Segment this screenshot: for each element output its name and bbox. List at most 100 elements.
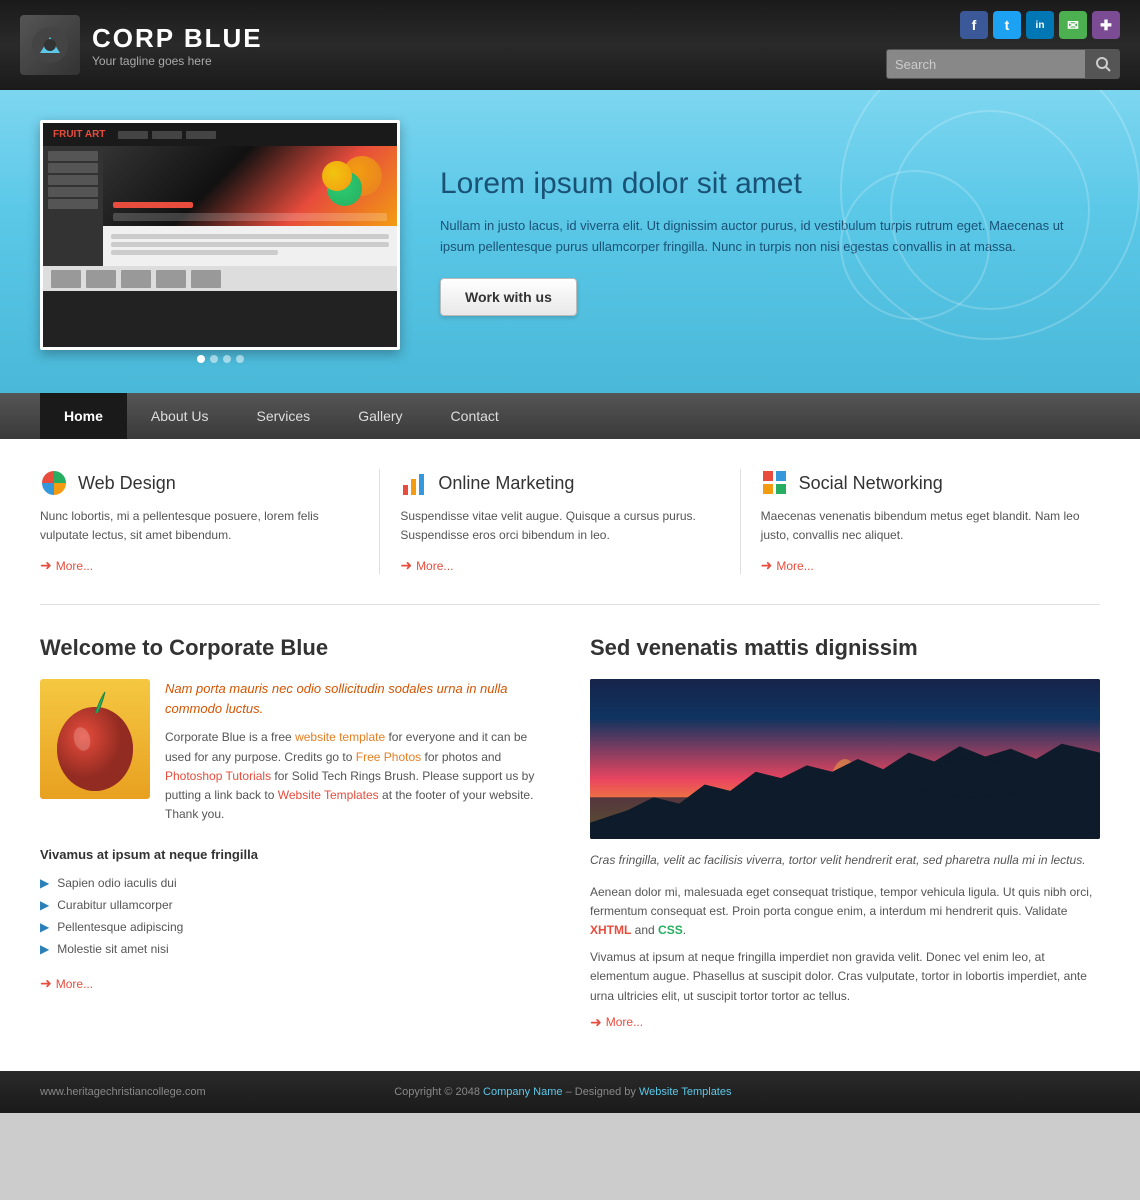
mockup-banner [103,146,397,226]
mockup-sidebar [43,146,103,266]
service-online-marketing-title: Online Marketing [400,469,719,497]
apple-svg [50,684,140,794]
service-social-networking-title: Social Networking [761,469,1080,497]
service-web-design: Web Design Nunc lobortis, mi a pellentes… [40,469,380,574]
work-with-us-button[interactable]: Work with us [440,278,577,316]
service-web-design-title: Web Design [40,469,359,497]
logo-text: CORP BLUE Your tagline goes here [92,23,263,68]
apple-image [40,679,150,799]
services-row: Web Design Nunc lobortis, mi a pellentes… [40,439,1100,605]
online-marketing-text: Suspendisse vitae velit augue. Quisque a… [400,507,719,545]
bullet-arrow-3: ▶ [40,920,49,934]
subsection-title: Vivamus at ipsum at neque fringilla [40,847,550,862]
right-body-1: Aenean dolor mi, malesuada eget consequa… [590,883,1100,941]
website-templates-link[interactable]: Website Templates [278,788,379,802]
two-col-section: Welcome to Corporate Blue [40,605,1100,1070]
arrow-icon-3: ➜ [761,557,773,574]
social-icons: f t in ✉ ✚ [960,11,1120,39]
bullet-list: ▶Sapien odio iaculis dui ▶Curabitur ulla… [40,872,550,960]
list-item: ▶Sapien odio iaculis dui [40,872,550,894]
hero-section: FRUIT ART [0,90,1140,393]
hero-dot-4[interactable] [236,355,244,363]
arrow-icon-2: ➜ [400,557,412,574]
left-more-link[interactable]: ➜ More... [40,975,550,992]
online-marketing-label: Online Marketing [438,473,574,494]
service-social-networking: Social Networking Maecenas venenatis bib… [741,469,1100,574]
social-networking-label: Social Networking [799,473,943,494]
site-footer: www.heritagechristiancollege.com Copyrig… [0,1071,1140,1113]
footer-company-link[interactable]: Company Name [483,1086,562,1098]
site-header: CORP BLUE Your tagline goes here f t in … [0,0,1140,90]
nav-about[interactable]: About Us [127,393,233,439]
hero-dot-1[interactable] [197,355,205,363]
list-item: ▶Curabitur ullamcorper [40,894,550,916]
xhtml-link[interactable]: XHTML [590,923,631,937]
photoshop-tutorials-link[interactable]: Photoshop Tutorials [165,769,271,783]
mockup-header: FRUIT ART [43,123,397,146]
mockup-body [43,146,397,266]
hero-image-wrapper: FRUIT ART [40,120,400,363]
nav-home[interactable]: Home [40,393,127,439]
mockup-content [103,146,397,266]
web-design-label: Web Design [78,473,176,494]
web-design-more[interactable]: ➜ More... [40,557,359,574]
nav-gallery[interactable]: Gallery [334,393,426,439]
bullet-arrow-4: ▶ [40,942,49,956]
web-design-text: Nunc lobortis, mi a pellentesque posuere… [40,507,359,545]
search-input[interactable] [886,49,1086,79]
social-networking-text: Maecenas venenatis bibendum metus eget b… [761,507,1080,545]
right-body-2: Vivamus at ipsum at neque fringilla impe… [590,948,1100,1006]
website-template-link-1[interactable]: website template [295,730,385,744]
bullet-arrow-1: ▶ [40,876,49,890]
body-paragraph-1: Corporate Blue is a free website templat… [165,728,550,824]
hero-title: Lorem ipsum dolor sit amet [440,167,1100,201]
hero-text: Nullam in justo lacus, id viverra elit. … [440,216,1100,258]
left-section-title: Welcome to Corporate Blue [40,635,550,661]
online-marketing-more[interactable]: ➜ More... [400,557,719,574]
free-photos-link[interactable]: Free Photos [356,750,421,764]
left-inner-text: Nam porta mauris nec odio sollicitudin s… [165,679,550,832]
footer-url: www.heritagechristiancollege.com [40,1086,206,1098]
left-col-inner: Nam porta mauris nec odio sollicitudin s… [40,679,550,832]
list-item: ▶Pellentesque adipiscing [40,916,550,938]
linkedin-icon[interactable]: in [1026,11,1054,39]
main-content: Web Design Nunc lobortis, mi a pellentes… [0,439,1140,1071]
hero-dot-3[interactable] [223,355,231,363]
facebook-icon[interactable]: f [960,11,988,39]
left-column: Welcome to Corporate Blue [40,635,550,1030]
twitter-icon[interactable]: t [993,11,1021,39]
arrow-icon-1: ➜ [40,557,52,574]
mockup-bottom-strip [43,266,397,291]
footer-designer-link[interactable]: Website Templates [639,1086,732,1098]
logo-area: CORP BLUE Your tagline goes here [20,15,263,75]
css-link[interactable]: CSS [658,923,683,937]
arrow-icon-left-more: ➜ [40,975,52,992]
mockup-fruit [317,151,387,221]
hero-content: Lorem ipsum dolor sit amet Nullam in jus… [440,167,1100,316]
mockup-logo: FRUIT ART [53,129,105,140]
search-button[interactable] [1086,49,1120,79]
right-section-title: Sed venenatis mattis dignissim [590,635,1100,661]
sunset-svg [590,679,1100,839]
bullet-arrow-2: ▶ [40,898,49,912]
search-icon [1095,56,1111,72]
rss-icon[interactable]: ✚ [1092,11,1120,39]
social-networking-more[interactable]: ➜ More... [761,557,1080,574]
sunset-image [590,679,1100,839]
service-online-marketing: Online Marketing Suspendisse vitae velit… [380,469,740,574]
online-marketing-icon [400,469,428,497]
header-right: f t in ✉ ✚ [886,11,1120,79]
nav-services[interactable]: Services [233,393,335,439]
italic-quote: Nam porta mauris nec odio sollicitudin s… [165,679,550,718]
hero-dot-2[interactable] [210,355,218,363]
chat-icon[interactable]: ✉ [1059,11,1087,39]
search-bar [886,49,1120,79]
hero-image: FRUIT ART [40,120,400,350]
logo-icon [20,15,80,75]
nav-contact[interactable]: Contact [427,393,523,439]
logo-tagline: Your tagline goes here [92,54,263,68]
main-nav: Home About Us Services Gallery Contact [0,393,1140,439]
web-design-icon [40,469,68,497]
list-item: ▶Molestie sit amet nisi [40,938,550,960]
right-more-link[interactable]: ➜ More... [590,1014,1100,1031]
